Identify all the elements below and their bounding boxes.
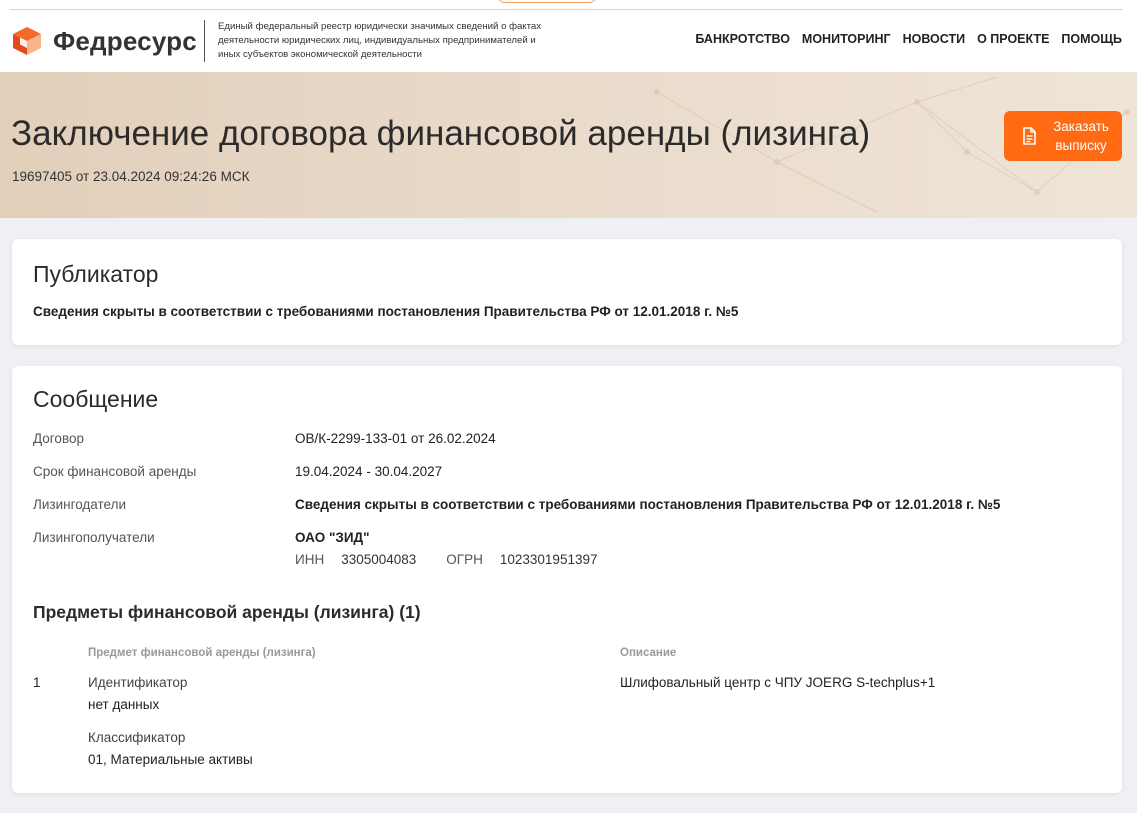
nav-monitoring[interactable]: МОНИТОРИНГ bbox=[802, 32, 891, 46]
nav-help[interactable]: ПОМОЩЬ bbox=[1061, 32, 1122, 46]
main-nav: БАНКРОТСТВО МОНИТОРИНГ НОВОСТИ О ПРОЕКТЕ… bbox=[683, 32, 1122, 46]
table-header-description: Описание bbox=[620, 647, 677, 659]
identifier-label: Идентификатор bbox=[88, 675, 188, 690]
classifier-value: 01, Материальные активы bbox=[88, 752, 253, 767]
subject-description: Шлифовальный центр с ЧПУ JOERG S-techplu… bbox=[620, 675, 936, 690]
publisher-text: Сведения скрыты в соответствии с требова… bbox=[33, 304, 739, 319]
message-number-date: 19697405 от 23.04.2024 09:24:26 МСК bbox=[12, 169, 250, 184]
ogrn-label: ОГРН bbox=[446, 552, 483, 567]
field-value-lessors: Сведения скрыты в соответствии с требова… bbox=[295, 497, 1001, 512]
logo-divider bbox=[204, 20, 205, 62]
inn-value: 3305004083 bbox=[341, 552, 417, 567]
field-label-lessors: Лизингодатели bbox=[33, 497, 127, 512]
field-label-contract: Договор bbox=[33, 431, 84, 446]
field-value-lease-term: 19.04.2024 - 30.04.2027 bbox=[295, 464, 443, 479]
fedresurs-logo-icon bbox=[13, 27, 41, 55]
field-value-lessee-name[interactable]: ОАО "ЗИД" bbox=[295, 530, 370, 545]
header-top-divider bbox=[10, 9, 1123, 10]
document-icon bbox=[1023, 127, 1036, 145]
lease-subjects-title: Предметы финансовой аренды (лизинга) (1) bbox=[33, 602, 421, 622]
site-logo[interactable]: Федресурс bbox=[11, 24, 197, 58]
page-hero: Заключение договора финансовой аренды (л… bbox=[0, 72, 1137, 218]
publisher-title: Публикатор bbox=[33, 261, 159, 287]
field-label-lease-term: Срок финансовой аренды bbox=[33, 464, 197, 479]
lessee-ids: ИНН 3305004083 ОГРН 1023301951397 bbox=[295, 552, 597, 567]
nav-about[interactable]: О ПРОЕКТЕ bbox=[977, 32, 1049, 46]
nav-bankruptcy[interactable]: БАНКРОТСТВО bbox=[695, 32, 790, 46]
field-label-lessees: Лизингополучатели bbox=[33, 530, 155, 545]
publisher-card: Публикатор Сведения скрыты в соответстви… bbox=[12, 239, 1122, 345]
logo-text: Федресурс bbox=[53, 25, 197, 56]
page-title: Заключение договора финансовой аренды (л… bbox=[11, 114, 871, 153]
order-extract-button[interactable]: Заказать выписку bbox=[1004, 111, 1122, 161]
table-header-subject: Предмет финансовой аренды (лизинга) bbox=[88, 647, 316, 659]
identifier-value: нет данных bbox=[88, 697, 160, 712]
site-header: Федресурс Единый федеральный реестр юрид… bbox=[0, 0, 1137, 72]
inn-label: ИНН bbox=[295, 552, 325, 567]
site-tagline: Единый федеральный реестр юридически зна… bbox=[218, 21, 542, 60]
message-card: Сообщение Договор ОВ/К-2299-133-01 от 26… bbox=[12, 366, 1122, 793]
message-title: Сообщение bbox=[33, 386, 159, 412]
ogrn-value: 1023301951397 bbox=[499, 552, 598, 567]
field-value-contract: ОВ/К-2299-133-01 от 26.02.2024 bbox=[295, 431, 496, 446]
nav-news[interactable]: НОВОСТИ bbox=[903, 32, 966, 46]
header-top-tab[interactable] bbox=[497, 0, 597, 3]
row-number: 1 bbox=[33, 675, 41, 690]
classifier-label: Классификатор bbox=[88, 730, 186, 745]
order-extract-label: Заказать выписку bbox=[1053, 119, 1109, 153]
